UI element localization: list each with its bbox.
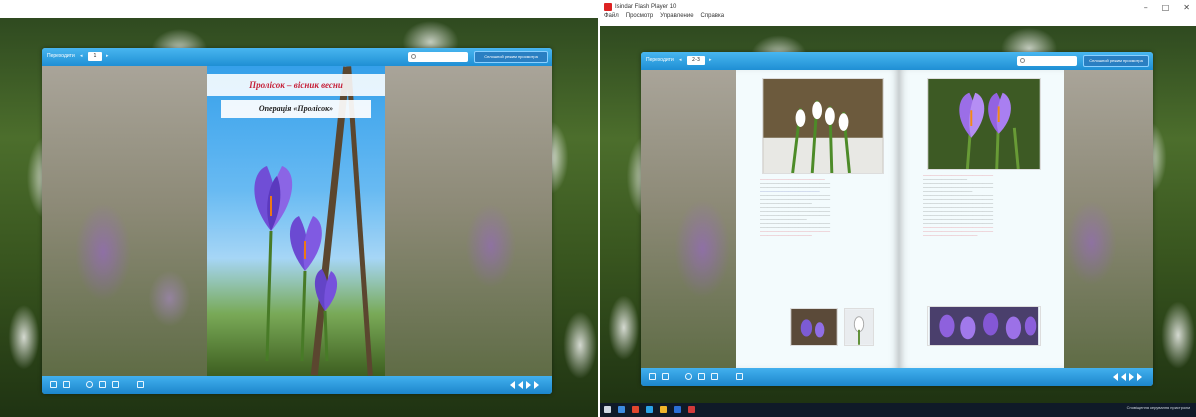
search-icon — [1020, 58, 1025, 63]
thumbnails-icon[interactable] — [50, 381, 57, 388]
book-stage: ————————————————————————— ——————————————… — [641, 70, 1153, 368]
crocus-photo — [927, 78, 1041, 170]
page-jump-label: Переходити — [47, 53, 75, 59]
grid-icon[interactable] — [662, 373, 669, 380]
page-jump-label: Переходити — [646, 57, 674, 63]
book-stage: Пролісок – вісник весни Операція «Проліс… — [42, 66, 552, 376]
prev-arrow-icon[interactable]: ◂ — [679, 57, 682, 63]
book-page-right[interactable]: ——————————————————————————— ————————————… — [899, 70, 1064, 368]
grid-icon[interactable] — [63, 381, 70, 388]
print-icon[interactable] — [698, 373, 705, 380]
page-navigation — [510, 381, 539, 389]
next-arrow-icon[interactable]: ▸ — [106, 53, 109, 59]
zoom-icon[interactable] — [685, 373, 692, 380]
browser-icon[interactable] — [632, 406, 639, 413]
book-page-left[interactable]: ————————————————————————— ——————————————… — [736, 70, 899, 368]
window-title: Isindar Flash Player 10 — [615, 4, 677, 10]
menu-bar: Файл Просмотр Управление Справка — [604, 13, 724, 19]
zoom-icon[interactable] — [86, 381, 93, 388]
crocus-illustration — [254, 166, 338, 361]
flipbook-viewer: Переходити ◂ 1 ▸ Сплошной режим просмотр… — [42, 48, 552, 394]
search-input[interactable] — [408, 52, 468, 62]
last-page-icon[interactable] — [534, 381, 539, 389]
player-icon[interactable] — [688, 406, 695, 413]
taskbar-icons — [604, 406, 695, 413]
search-icon — [411, 54, 416, 59]
start-icon[interactable] — [604, 406, 611, 413]
right-page-text: ——————————————————————————— ————————————… — [923, 174, 994, 237]
sound-icon[interactable] — [736, 373, 743, 380]
menu-item-file[interactable]: Файл — [604, 13, 619, 19]
windows-taskbar: Сповіщення керування пристроєм — [600, 403, 1196, 417]
prev-arrow-icon[interactable]: ◂ — [80, 53, 83, 59]
viewer-bottom-toolbar — [42, 376, 552, 394]
next-page-icon[interactable] — [1129, 373, 1134, 381]
share-icon[interactable] — [112, 381, 119, 388]
page-number-input[interactable]: 2-3 — [687, 56, 705, 65]
menu-item-help[interactable]: Справка — [701, 13, 725, 19]
tool-group-left — [50, 381, 144, 388]
screenshot-left: Переходити ◂ 1 ▸ Сплошной режим просмотр… — [0, 0, 598, 417]
window-controls: – □ ✕ — [1144, 3, 1190, 12]
next-arrow-icon[interactable]: ▸ — [709, 57, 712, 63]
thumbnails-icon[interactable] — [649, 373, 656, 380]
app-title-bar: Isindar Flash Player 10 Файл Просмотр Уп… — [600, 0, 1196, 26]
print-icon[interactable] — [99, 381, 106, 388]
crocus-thumb-photo — [790, 308, 838, 346]
snowdrops-photo — [762, 78, 884, 174]
screenshot-right: Isindar Flash Player 10 Файл Просмотр Уп… — [600, 0, 1196, 417]
viewer-top-toolbar: Переходити ◂ 2-3 ▸ Сплошной режим просмо… — [641, 52, 1153, 70]
first-page-icon[interactable] — [510, 381, 515, 389]
system-tray-text: Сповіщення керування пристроєм — [1126, 405, 1190, 410]
view-mode-button[interactable]: Сплошной режим просмотра — [474, 51, 548, 63]
last-page-icon[interactable] — [1137, 373, 1142, 381]
first-page-icon[interactable] — [1113, 373, 1118, 381]
left-page-text: ————————————————————————— ——————————————… — [760, 178, 831, 237]
page-number-input[interactable]: 1 — [88, 52, 102, 61]
viewer-bottom-toolbar — [641, 368, 1153, 386]
search-input[interactable] — [1017, 56, 1077, 66]
tool-group-left — [649, 373, 743, 380]
cover-title: Пролісок – вісник весни — [207, 74, 385, 96]
folder-icon[interactable] — [660, 406, 667, 413]
page-navigation — [1113, 373, 1142, 381]
share-icon[interactable] — [711, 373, 718, 380]
sound-icon[interactable] — [137, 381, 144, 388]
crocus-field-photo — [927, 306, 1041, 346]
maximize-button[interactable]: □ — [1162, 3, 1170, 12]
app-icon — [604, 3, 612, 11]
prev-page-icon[interactable] — [518, 381, 523, 389]
next-page-icon[interactable] — [526, 381, 531, 389]
store-icon[interactable] — [646, 406, 653, 413]
word-icon[interactable] — [674, 406, 681, 413]
flipbook-viewer: Переходити ◂ 2-3 ▸ Сплошной режим просмо… — [641, 52, 1153, 386]
menu-item-view[interactable]: Просмотр — [626, 13, 653, 19]
cover-page[interactable]: Пролісок – вісник весни Операція «Проліс… — [207, 66, 385, 376]
view-mode-button[interactable]: Сплошной режим просмотра — [1083, 55, 1149, 67]
prev-page-icon[interactable] — [1121, 373, 1126, 381]
snow-thumb-photo — [844, 308, 874, 346]
cover-subtitle: Операція «Пролісок» — [221, 100, 371, 118]
minimize-button[interactable]: – — [1144, 3, 1148, 12]
close-button[interactable]: ✕ — [1183, 3, 1190, 12]
menu-item-control[interactable]: Управление — [660, 13, 693, 19]
viewer-top-toolbar: Переходити ◂ 1 ▸ Сплошной режим просмотр… — [42, 48, 552, 66]
window-title-row: Isindar Flash Player 10 — [604, 2, 676, 12]
file-explorer-icon[interactable] — [618, 406, 625, 413]
